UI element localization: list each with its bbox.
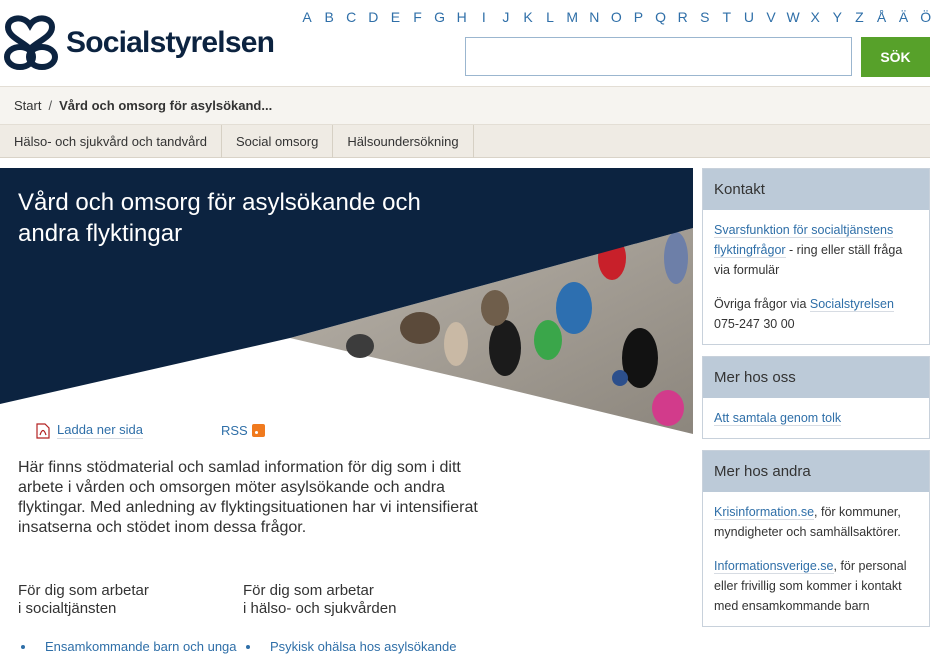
tab-halso-sjukvard[interactable]: Hälso- och sjukvård och tandvård (0, 125, 222, 158)
alphabet-letter[interactable]: U (738, 9, 760, 25)
alphabet-letter[interactable]: N (583, 9, 605, 25)
alphabet-letter[interactable]: F (406, 9, 428, 25)
rss-label: RSS (221, 423, 248, 438)
pdf-icon (36, 422, 50, 439)
column-heading-line2: i hälso- och sjukvården (243, 600, 397, 617)
rss-icon (251, 424, 265, 437)
alphabet-letter[interactable]: C (340, 9, 362, 25)
main-nav: Hälso- och sjukvård och tandvård Social … (0, 125, 930, 158)
alphabet-letter[interactable]: O (605, 9, 627, 25)
alphabet-letter[interactable]: J (495, 9, 517, 25)
more-others-title: Mer hos andra (703, 451, 929, 492)
alphabet-letter[interactable]: Q (650, 9, 672, 25)
alphabet-letter[interactable]: L (539, 9, 561, 25)
contact-body: Svarsfunktion för socialtjänstens flykti… (703, 210, 929, 344)
more-us-body: Att samtala genom tolk (703, 398, 929, 438)
breadcrumb: Start / Vård och omsorg för asylsökand..… (0, 86, 930, 125)
site-logo[interactable]: Socialstyrelsen (0, 12, 275, 74)
logo-mark-icon (4, 15, 58, 70)
download-page-link[interactable]: Ladda ner sida (36, 422, 144, 439)
list-item[interactable]: Psykisk ohälsa hos asylsökande (246, 639, 456, 654)
contact-text: Övriga frågor via (714, 297, 810, 311)
more-us-title: Mer hos oss (703, 357, 929, 398)
alphabet-letter[interactable]: K (517, 9, 539, 25)
alphabet-letter[interactable]: B (318, 9, 340, 25)
informationsverige-link[interactable]: Informationsverige.se (714, 559, 834, 574)
alphabet-letter[interactable]: E (384, 9, 406, 25)
alphabet-letter[interactable]: G (429, 9, 451, 25)
more-us-box: Mer hos oss Att samtala genom tolk (702, 356, 930, 439)
search-input[interactable] (465, 37, 852, 76)
list-item[interactable]: Ensamkommande barn och unga (21, 639, 237, 654)
alphabet-letter[interactable]: A (296, 9, 318, 25)
contact-box: Kontakt Svarsfunktion för socialtjänsten… (702, 168, 930, 345)
site-header: Socialstyrelsen ABCDEFGHIJKLMNOPQRSTUVWX… (0, 0, 952, 86)
more-others-box: Mer hos andra Krisinformation.se, för ko… (702, 450, 930, 627)
rss-link[interactable]: RSS (221, 423, 265, 438)
list-item-link[interactable]: Ensamkommande barn och unga (45, 639, 237, 654)
hero-banner: Vård och omsorg för asylsökande och andr… (0, 168, 693, 434)
search-button[interactable]: SÖK (861, 37, 930, 77)
column-heading-line1: För dig som arbetar (18, 582, 149, 599)
alphabet-letter[interactable]: P (627, 9, 649, 25)
more-others-paragraph: Informationsverige.se, för personal elle… (714, 556, 919, 616)
alphabet-index: ABCDEFGHIJKLMNOPQRSTUVWXYZÅÄÖ (296, 9, 937, 25)
bullet-icon (246, 644, 250, 649)
more-others-body: Krisinformation.se, för kommuner, myndig… (703, 492, 929, 626)
list-item-link[interactable]: Psykisk ohälsa hos asylsökande (270, 639, 456, 654)
alphabet-letter[interactable]: M (561, 9, 583, 25)
page-title: Vård och omsorg för asylsökande och andr… (18, 189, 421, 247)
alphabet-letter[interactable]: Ö (915, 9, 937, 25)
more-others-paragraph: Krisinformation.se, för kommuner, myndig… (714, 502, 919, 542)
breadcrumb-separator: / (48, 98, 53, 113)
intro-text: Här finns stödmaterial och samlad inform… (18, 459, 478, 536)
column-heading-line1: För dig som arbetar (243, 582, 374, 599)
alphabet-letter[interactable]: V (760, 9, 782, 25)
contact-paragraph: Svarsfunktion för socialtjänstens flykti… (714, 220, 919, 280)
alphabet-letter[interactable]: H (451, 9, 473, 25)
site-name: Socialstyrelsen (66, 26, 275, 59)
tab-halsoundersokning[interactable]: Hälsoundersökning (333, 125, 474, 158)
alphabet-letter[interactable]: S (694, 9, 716, 25)
download-label: Ladda ner sida (57, 422, 144, 439)
alphabet-letter[interactable]: Å (870, 9, 892, 25)
alphabet-letter[interactable]: X (804, 9, 826, 25)
contact-phone: 075-247 30 00 (714, 317, 795, 331)
column-heading-health: För dig som arbetar i hälso- och sjukvår… (243, 582, 396, 618)
alphabet-letter[interactable]: W (782, 9, 804, 25)
alphabet-letter[interactable]: R (672, 9, 694, 25)
alphabet-letter[interactable]: D (362, 9, 384, 25)
alphabet-letter[interactable]: Z (848, 9, 870, 25)
alphabet-letter[interactable]: Y (826, 9, 848, 25)
column-heading-line2: i socialtjänsten (18, 600, 117, 617)
column-heading-social: För dig som arbetar i socialtjänsten (18, 582, 149, 618)
contact-link-socialstyrelsen[interactable]: Socialstyrelsen (809, 297, 894, 312)
bullet-icon (21, 644, 25, 649)
alphabet-letter[interactable]: I (473, 9, 495, 25)
tab-social-omsorg[interactable]: Social omsorg (222, 125, 334, 158)
breadcrumb-start[interactable]: Start (14, 98, 41, 113)
alphabet-letter[interactable]: Ä (893, 9, 915, 25)
alphabet-letter[interactable]: T (716, 9, 738, 25)
breadcrumb-current: Vård och omsorg för asylsökand... (59, 98, 273, 113)
contact-title: Kontakt (703, 169, 929, 210)
more-us-link[interactable]: Att samtala genom tolk (714, 411, 842, 426)
krisinformation-link[interactable]: Krisinformation.se (714, 505, 815, 520)
sidebar: Kontakt Svarsfunktion för socialtjänsten… (702, 168, 930, 638)
contact-paragraph: Övriga frågor via Socialstyrelsen 075-247… (714, 294, 919, 334)
